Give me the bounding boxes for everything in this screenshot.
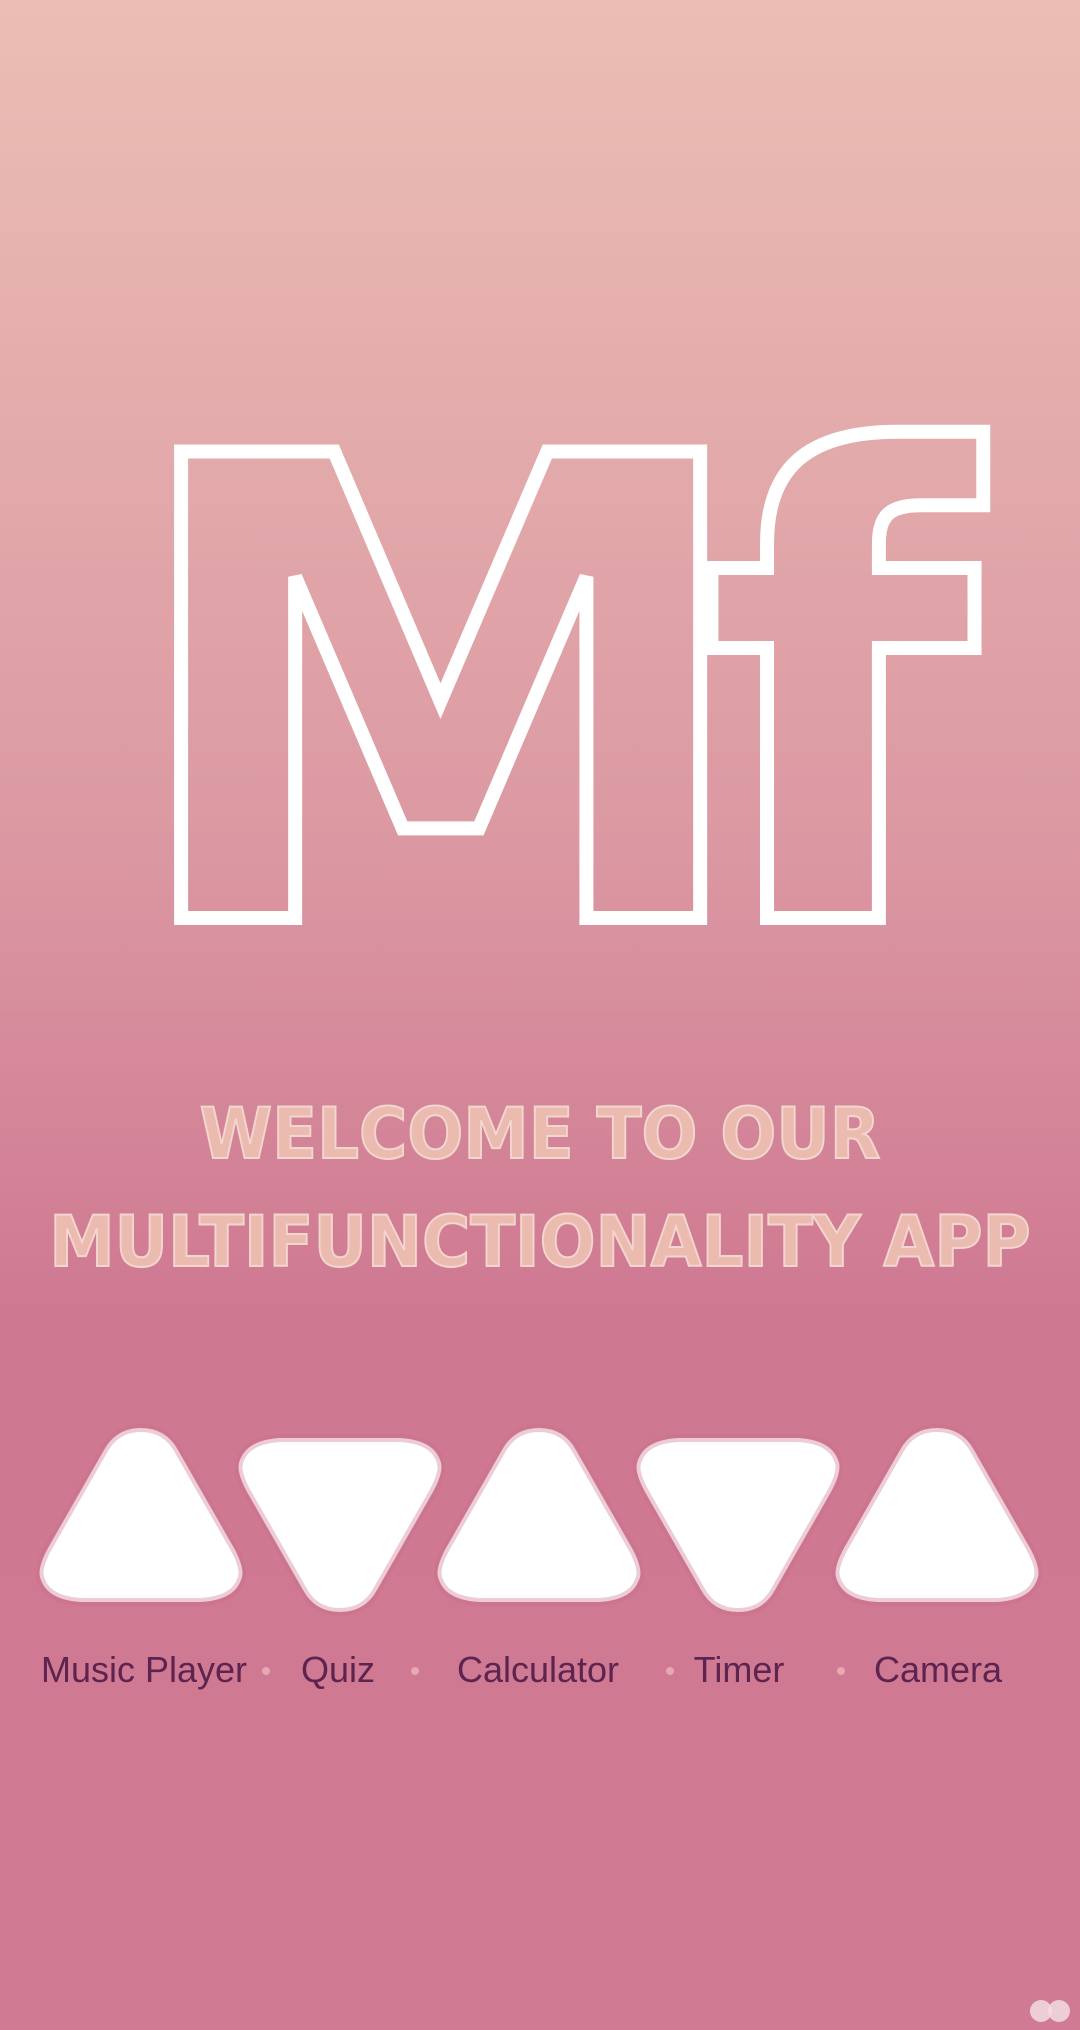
camera-button[interactable] (832, 1420, 1042, 1620)
separator-dot (411, 1667, 419, 1675)
quiz-button[interactable] (235, 1420, 445, 1620)
music-player-button[interactable] (36, 1420, 246, 1620)
triangle-up-icon (434, 1423, 644, 1606)
music-player-label[interactable]: Music Player (41, 1640, 247, 1700)
calculator-label[interactable]: Calculator (457, 1640, 619, 1700)
timer-button[interactable] (633, 1420, 843, 1620)
separator-dot (666, 1667, 674, 1675)
calculator-button[interactable] (434, 1420, 644, 1620)
triangle-up-icon (832, 1423, 1042, 1606)
welcome-title-line-1: WELCOME TO OUR (199, 1092, 882, 1176)
triangle-up-icon (36, 1423, 246, 1606)
camera-label[interactable]: Camera (874, 1640, 1002, 1700)
triangle-down-icon (235, 1434, 445, 1617)
app-labels: Music Player Quiz Calculator Timer Camer… (0, 1640, 1080, 1700)
welcome-title: WELCOME TO OUR MULTIFUNCTIONALITY APP (32, 1080, 1047, 1296)
quiz-label[interactable]: Quiz (301, 1640, 375, 1700)
triangle-down-icon (633, 1434, 843, 1617)
app-logo-text: Mf (122, 370, 989, 940)
welcome-title-line-2: MULTIFUNCTIONALITY APP (48, 1200, 1031, 1284)
app-logo: Mf (115, 370, 1056, 940)
corner-badge-icon (1030, 2000, 1070, 2022)
separator-dot (837, 1667, 845, 1675)
separator-dot (262, 1667, 270, 1675)
timer-label[interactable]: Timer (694, 1640, 785, 1700)
